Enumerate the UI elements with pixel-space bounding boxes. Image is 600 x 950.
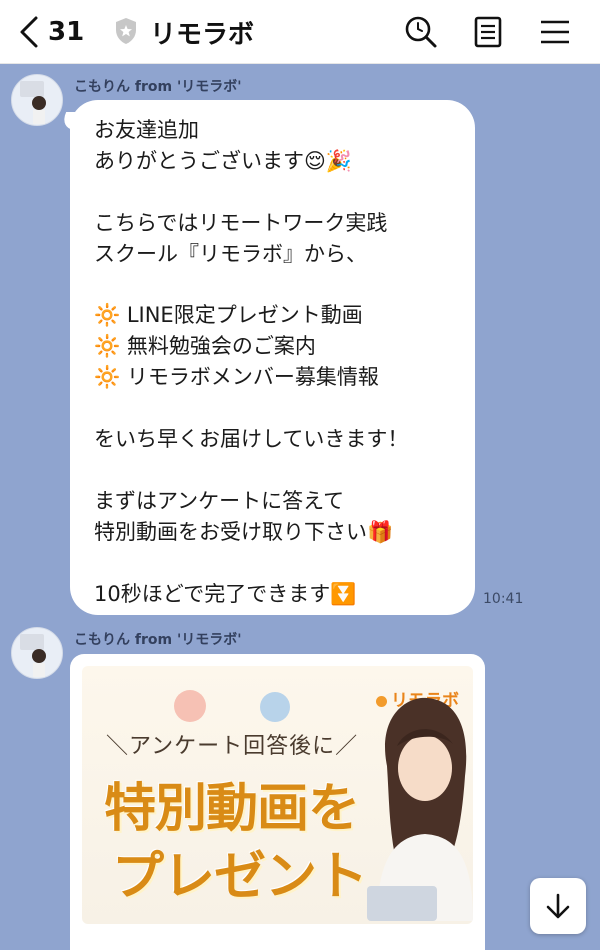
scroll-to-bottom-button[interactable] [530, 878, 586, 934]
menu-icon [541, 20, 569, 44]
search-icon [405, 16, 437, 48]
woman-illustration [367, 697, 473, 921]
message-text: お友達追加 ありがとうございます😌🎉 こちらではリモートワーク実践 スクール『リ… [94, 118, 409, 606]
play-icon [260, 692, 290, 722]
avatar-image [20, 634, 46, 677]
gift-icon [174, 690, 206, 722]
avatar-image [20, 81, 46, 124]
bubble-tail [57, 112, 87, 130]
notes-button[interactable] [470, 14, 506, 50]
chat-title: リモラボ [150, 20, 255, 50]
banner-subtitle: ＼アンケート回答後に／ [106, 734, 359, 759]
notes-icon [474, 16, 502, 48]
arrow-down-icon [546, 893, 570, 919]
menu-button[interactable] [537, 14, 573, 50]
image-message-card[interactable]: リモラボ ＼アンケート回答後に／ 特別動画を プレゼント [70, 654, 485, 950]
search-button[interactable] [403, 14, 439, 50]
unread-count: 31 [48, 17, 85, 47]
sender-name: こもりん from 'リモラボ' [74, 79, 242, 95]
sender-avatar[interactable] [11, 627, 63, 679]
shield-icon [116, 18, 136, 44]
sender-avatar[interactable] [11, 74, 63, 126]
promo-banner-image[interactable]: リモラボ ＼アンケート回答後に／ 特別動画を プレゼント [82, 666, 473, 924]
message-bubble[interactable]: お友達追加 ありがとうございます😌🎉 こちらではリモートワーク実践 スクール『リ… [57, 100, 475, 615]
back-chevron-icon [20, 16, 38, 48]
banner-headline-line1: 特別動画を [104, 779, 360, 839]
back-button[interactable]: 31 [18, 12, 84, 52]
message-time: 10:41 [483, 591, 524, 607]
chat-header: 31 リモラボ [0, 0, 600, 64]
sender-name: こもりん from 'リモラボ' [74, 632, 242, 648]
banner-headline-line2: プレゼント [112, 847, 368, 907]
